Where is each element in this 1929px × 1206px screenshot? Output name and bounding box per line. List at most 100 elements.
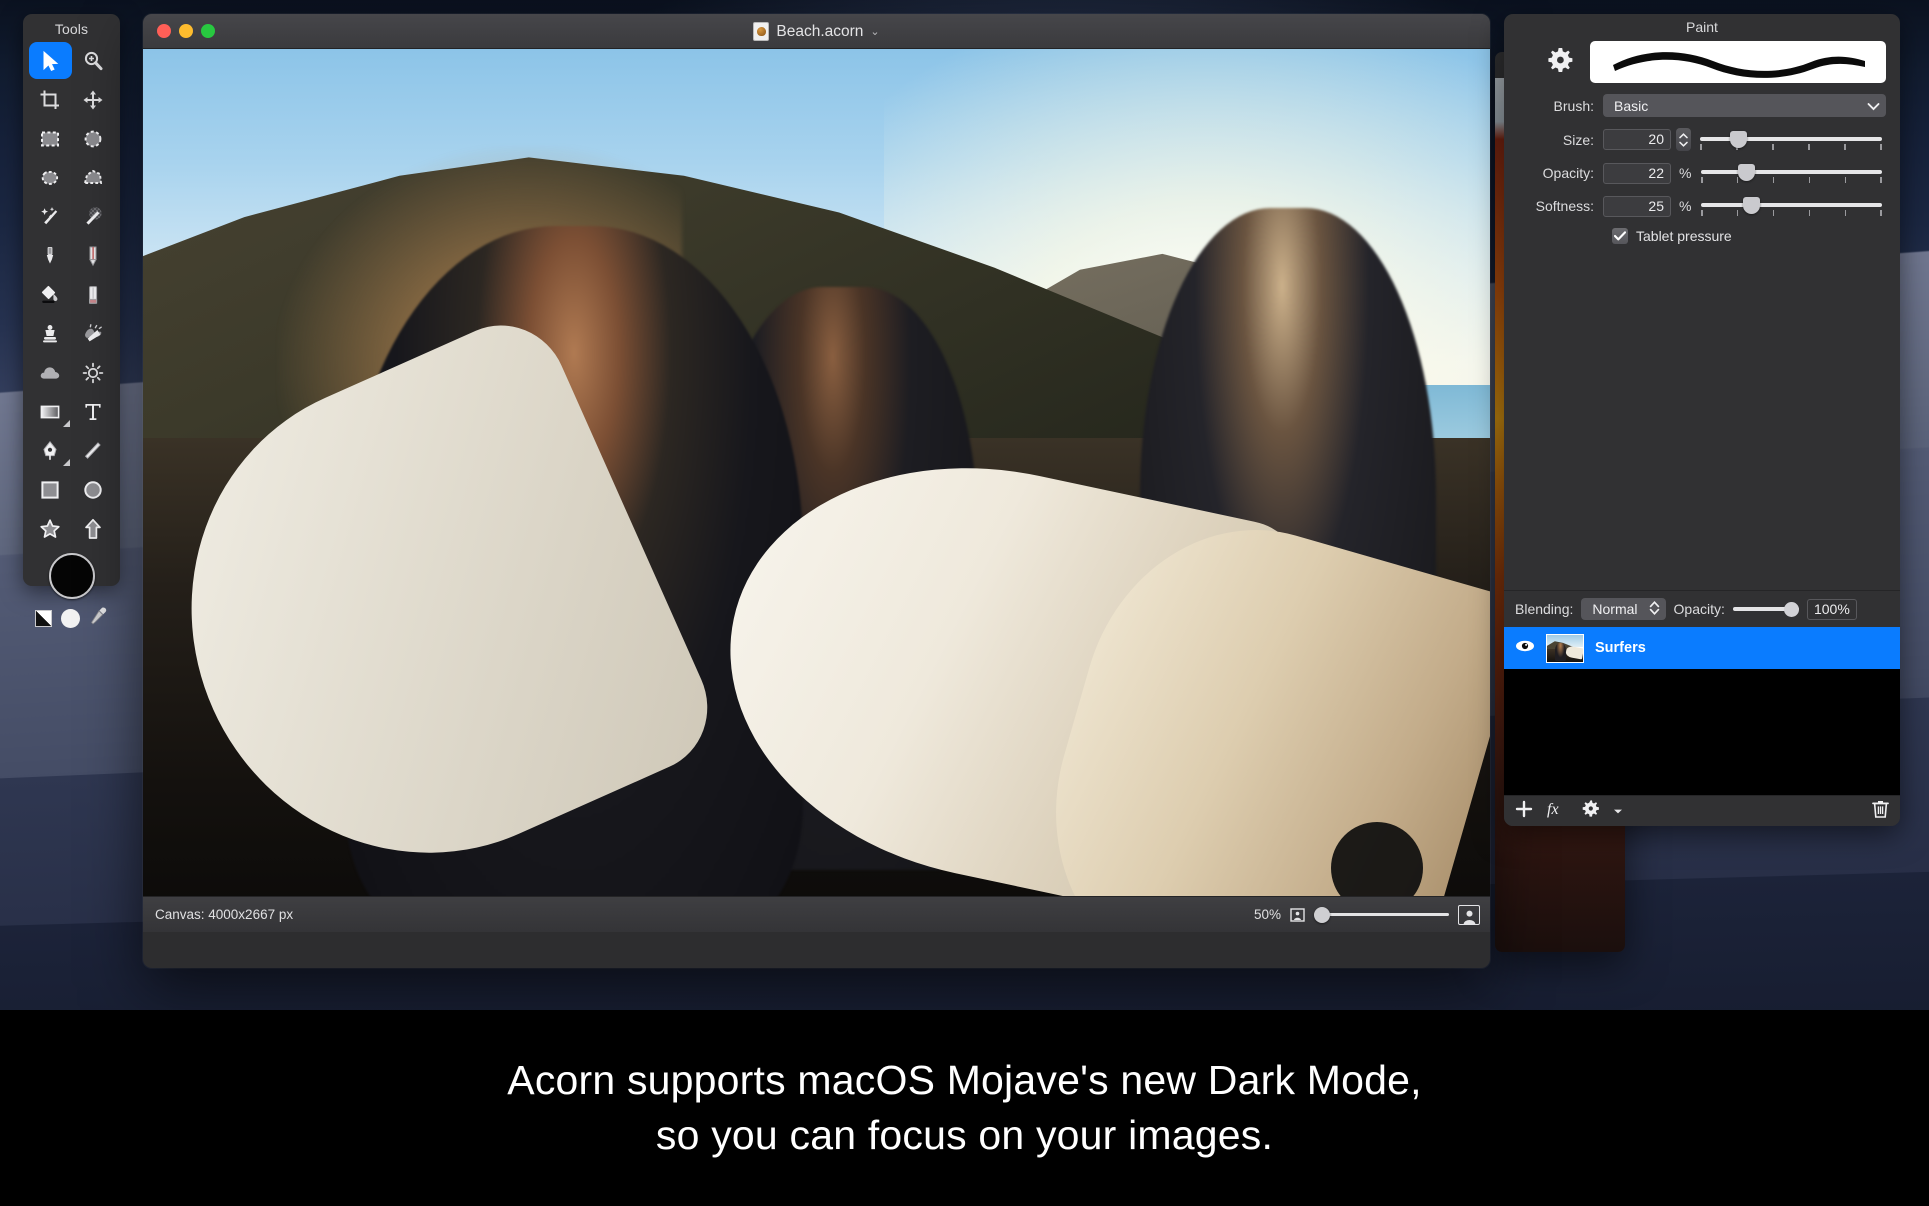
traffic-lights <box>143 24 215 38</box>
elliptical-selection-tool[interactable] <box>72 120 115 157</box>
softness-ticks <box>1701 210 1882 216</box>
size-stepper[interactable] <box>1676 128 1691 151</box>
opacity-row: Opacity: 22 % <box>1518 162 1886 184</box>
layer-thumbnail <box>1546 633 1584 663</box>
smudge-tool[interactable] <box>72 315 115 352</box>
updown-chevron-icon <box>1649 600 1660 619</box>
pencil-tool[interactable] <box>72 237 115 274</box>
size-slider[interactable] <box>1700 129 1886 151</box>
delete-layer-button[interactable] <box>1872 799 1889 823</box>
image-canvas[interactable]: Canvas: 4000x2667 px 50% <box>143 49 1490 932</box>
clone-stamp-tool[interactable] <box>29 315 72 352</box>
canvas-status-bar: Canvas: 4000x2667 px 50% <box>143 896 1490 932</box>
size-input[interactable]: 20 <box>1603 129 1671 150</box>
softness-knob[interactable] <box>1743 197 1760 214</box>
color-swatch-row <box>23 606 120 630</box>
dodge-burn-tool[interactable] <box>72 354 115 391</box>
inspector-palette: Paint Brush: Basic Size: 20 Opacity: 22 … <box>1504 14 1900 826</box>
zoom-button[interactable] <box>201 24 215 38</box>
gradient-tool[interactable] <box>29 393 72 430</box>
arrow-shape-tool[interactable] <box>72 510 115 547</box>
add-layer-button[interactable] <box>1515 800 1533 823</box>
document-titlebar[interactable]: Beach.acorn ⌄ <box>143 14 1490 49</box>
beach-photo <box>143 49 1490 932</box>
paint-opacity-label: Opacity: <box>1542 165 1594 181</box>
tools-palette: Tools <box>23 14 120 628</box>
tablet-pressure-row[interactable]: Tablet pressure <box>1518 228 1886 244</box>
brush-stroke-preview[interactable] <box>1590 41 1886 83</box>
gear-icon[interactable] <box>1544 44 1576 81</box>
eyedropper-icon[interactable] <box>89 606 108 630</box>
oval-shape-tool[interactable] <box>72 471 115 508</box>
chevron-down-icon <box>1867 98 1880 114</box>
paint-opacity-input[interactable]: 22 <box>1603 162 1671 184</box>
tools-grid <box>23 42 120 547</box>
text-tool[interactable] <box>72 393 115 430</box>
bezier-pen-tool[interactable] <box>29 432 72 469</box>
move-tool[interactable] <box>29 42 72 79</box>
caption-banner: Acorn supports macOS Mojave's new Dark M… <box>0 1010 1929 1206</box>
zoom-slider[interactable] <box>1314 906 1449 923</box>
eye-icon[interactable] <box>1515 639 1535 658</box>
layers-toolbar: Blending: Normal Opacity: 100% <box>1504 590 1900 627</box>
line-tool[interactable] <box>72 432 115 469</box>
layer-effects-button[interactable]: fx <box>1546 800 1568 823</box>
zoom-slider-knob[interactable] <box>1314 906 1330 923</box>
layer-row[interactable]: Surfers <box>1504 627 1900 669</box>
blur-tool[interactable] <box>29 354 72 391</box>
lasso-selection-tool[interactable] <box>29 159 72 196</box>
document-title: Beach.acorn <box>776 22 864 40</box>
minimize-button[interactable] <box>179 24 193 38</box>
softness-unit: % <box>1679 198 1692 214</box>
softness-input[interactable]: 25 <box>1603 195 1671 217</box>
magic-wand-tool[interactable] <box>29 198 72 235</box>
tablet-pressure-checkbox[interactable] <box>1612 228 1628 244</box>
transform-tool[interactable] <box>72 81 115 118</box>
size-row: Size: 20 <box>1518 128 1886 151</box>
layer-name[interactable]: Surfers <box>1595 640 1646 656</box>
zoom-out-icon[interactable] <box>1290 907 1305 922</box>
paint-bucket-tool[interactable] <box>29 276 72 313</box>
paint-opacity-knob[interactable] <box>1738 164 1755 181</box>
zoom-tool[interactable] <box>72 42 115 79</box>
layers-list[interactable]: Surfers <box>1504 627 1900 795</box>
size-slider-track <box>1700 136 1882 141</box>
brush-preview-row <box>1518 41 1886 83</box>
paint-opacity-unit: % <box>1679 165 1692 181</box>
size-label: Size: <box>1562 131 1594 148</box>
blending-mode-value: Normal <box>1592 601 1638 617</box>
chevron-down-icon[interactable]: ⌄ <box>870 25 879 38</box>
zoom-in-icon[interactable] <box>1458 904 1480 925</box>
brush-select[interactable]: Basic <box>1603 94 1886 117</box>
size-slider-knob[interactable] <box>1730 130 1747 148</box>
paint-opacity-slider[interactable] <box>1701 162 1886 184</box>
paint-brush-tool[interactable] <box>29 237 72 274</box>
layer-gear-chevron-icon[interactable] <box>1613 802 1623 820</box>
blending-mode-select[interactable]: Normal <box>1581 598 1666 620</box>
paint-opacity-ticks <box>1701 177 1882 183</box>
polygonal-selection-tool[interactable] <box>72 159 115 196</box>
canvas-size-label: Canvas: 4000x2667 px <box>155 907 294 922</box>
layer-opacity-value[interactable]: 100% <box>1806 598 1857 620</box>
zoom-controls: 50% <box>1254 904 1480 925</box>
background-color-swatch[interactable] <box>61 608 80 628</box>
rectangular-selection-tool[interactable] <box>29 120 72 157</box>
layer-gear-icon[interactable] <box>1581 799 1600 823</box>
layer-opacity-slider[interactable] <box>1732 601 1799 617</box>
layer-opacity-label: Opacity: <box>1673 601 1725 617</box>
brush-select-row: Brush: Basic <box>1518 94 1886 117</box>
default-colors-swatch[interactable] <box>35 609 52 627</box>
inspector-title: Paint <box>1686 19 1718 35</box>
rectangle-shape-tool[interactable] <box>29 471 72 508</box>
softness-slider[interactable] <box>1701 195 1886 217</box>
crop-tool[interactable] <box>29 81 72 118</box>
eraser-tool[interactable] <box>72 276 115 313</box>
zoom-slider-track <box>1314 912 1449 917</box>
layers-bottom-toolbar: fx <box>1504 795 1900 826</box>
foreground-color-swatch[interactable] <box>48 553 95 599</box>
layer-opacity-knob[interactable] <box>1783 601 1799 617</box>
softness-track <box>1701 203 1882 207</box>
star-shape-tool[interactable] <box>29 510 72 547</box>
instant-alpha-tool[interactable] <box>72 198 115 235</box>
close-button[interactable] <box>157 24 171 38</box>
